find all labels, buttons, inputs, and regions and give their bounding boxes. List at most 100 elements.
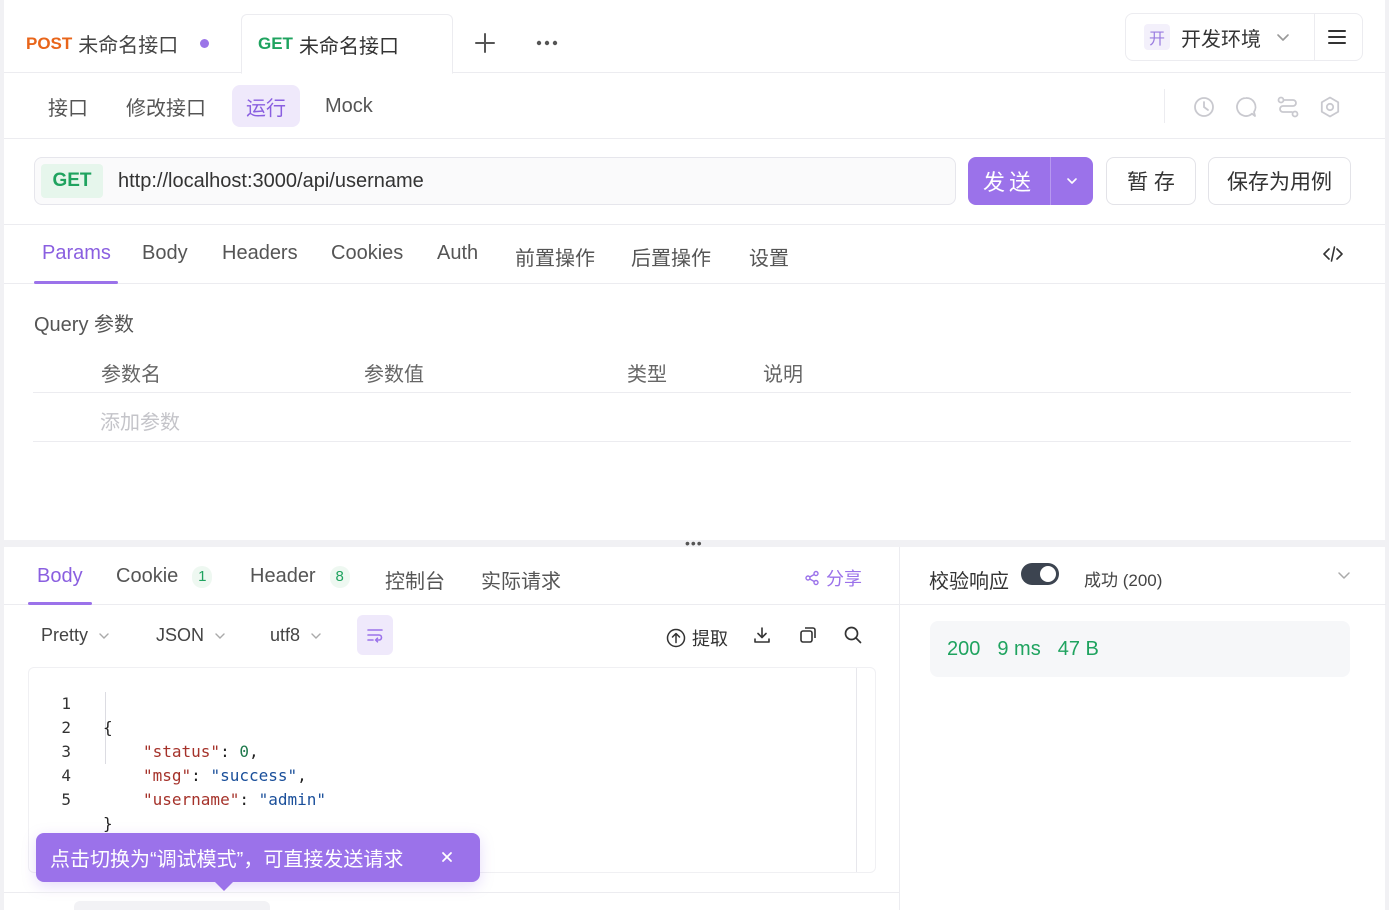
code-line: 5 } — [29, 764, 112, 833]
panel-splitter[interactable]: ••• — [4, 536, 1385, 550]
chevron-down-icon[interactable] — [1336, 567, 1352, 583]
history-icon[interactable] — [1192, 95, 1216, 119]
drag-handle-icon[interactable]: ••• — [685, 536, 703, 550]
verify-header: 校验响应 成功 (200) — [900, 547, 1386, 605]
json-value: "admin" — [258, 790, 327, 809]
tab-pre-script[interactable]: 前置操作 — [515, 242, 595, 271]
resp-tab-label: Cookie — [116, 565, 179, 587]
download-icon[interactable] — [752, 625, 772, 645]
resp-tab-body[interactable]: Body — [37, 565, 83, 588]
json-value: 0 — [239, 742, 249, 761]
env-name: 开发环境 — [1181, 28, 1261, 51]
method-selector[interactable]: GET — [41, 164, 103, 198]
subtab-edit-api[interactable]: 修改接口 — [112, 85, 220, 127]
tab-title: 未命名接口 — [298, 35, 399, 58]
sub-nav: 接口 修改接口 运行 Mock — [4, 73, 1385, 139]
tab-method: GET — [258, 34, 293, 53]
encoding-select[interactable]: utf8 — [270, 625, 322, 646]
plus-icon[interactable] — [472, 30, 498, 56]
scrollbar[interactable] — [856, 668, 857, 872]
url-text[interactable]: http://localhost:3000/api/username — [118, 170, 424, 193]
search-icon[interactable] — [843, 625, 863, 645]
tab-post-unnamed[interactable]: POST 未命名接口 — [26, 14, 240, 73]
request-bar: GET http://localhost:3000/api/username 发… — [4, 139, 1385, 225]
tab-post-script[interactable]: 后置操作 — [631, 242, 711, 271]
chevron-down-icon — [1066, 178, 1077, 184]
json-key: "username" — [143, 790, 240, 809]
column-value: 参数值 — [364, 364, 424, 386]
resp-tab-cookie[interactable]: Cookie 1 — [116, 565, 213, 588]
divider — [1314, 14, 1315, 60]
send-button[interactable]: 发送 — [968, 157, 1093, 205]
tab-settings[interactable]: 设置 — [749, 242, 789, 271]
subtab-api[interactable]: 接口 — [34, 85, 102, 127]
json-key: "msg" — [143, 766, 192, 785]
status-text: 成功 (200) — [1084, 571, 1163, 590]
status-code: 200 — [947, 637, 981, 660]
code-icon[interactable] — [1322, 243, 1344, 265]
line-number: 5 — [61, 790, 71, 809]
add-param-input[interactable]: 添加参数 — [100, 406, 180, 435]
verify-response-label: 校验响应 — [929, 571, 1009, 593]
view-mode-label: Pretty — [41, 625, 89, 645]
column-name: 参数名 — [101, 364, 161, 386]
close-icon[interactable] — [438, 848, 456, 866]
send-dropdown[interactable] — [1051, 157, 1092, 205]
send-label[interactable]: 发送 — [968, 157, 1051, 205]
query-params-title: Query 参数 — [34, 314, 135, 336]
json-comma: , — [248, 742, 259, 761]
response-metrics: 200 9 ms 47 B — [930, 621, 1350, 677]
verify-toggle[interactable] — [1021, 563, 1059, 585]
code-line: 2 "status": 0, — [29, 692, 258, 761]
json-value: "success" — [210, 766, 298, 785]
count-badge: 1 — [192, 565, 213, 588]
view-mode-select[interactable]: Pretty — [41, 625, 110, 646]
debug-mode-tooltip[interactable]: 点击切换为“调试模式”，可直接发送请求 — [36, 833, 480, 891]
toggle-knob — [1040, 566, 1056, 582]
subtab-run[interactable]: 运行 — [232, 85, 300, 127]
active-tab-indicator — [34, 281, 118, 284]
bottom-tab[interactable] — [74, 901, 270, 910]
env-badge: 开 — [1144, 24, 1170, 50]
params-table-row: 添加参数 — [33, 393, 1351, 442]
extract-icon — [666, 628, 686, 648]
response-tabs: Body Cookie 1 Header 8 控制台 实际请求 分享 — [4, 547, 899, 605]
menu-icon[interactable] — [1326, 27, 1348, 47]
tab-headers[interactable]: Headers — [222, 242, 298, 265]
chevron-down-icon — [215, 632, 225, 639]
resp-tab-label: 控制台 — [385, 571, 445, 593]
chevron-down-icon — [1277, 34, 1289, 41]
tab-cookies[interactable]: Cookies — [331, 242, 403, 265]
share-button[interactable]: 分享 — [804, 565, 862, 591]
code-line: 4 "username": "admin" — [29, 740, 326, 809]
wrap-toggle-button[interactable] — [357, 615, 393, 655]
settings-icon[interactable] — [1318, 95, 1342, 119]
more-icon[interactable] — [534, 32, 560, 54]
stash-button[interactable]: 暂 存 — [1106, 157, 1196, 205]
tab-get-unnamed[interactable]: GET 未命名接口 — [241, 14, 453, 74]
tab-body[interactable]: Body — [142, 242, 188, 265]
count-badge: 8 — [329, 565, 350, 588]
resp-tab-header[interactable]: Header 8 — [250, 565, 350, 588]
save-as-case-button[interactable]: 保存为用例 — [1208, 157, 1351, 205]
resp-tab-actual-request[interactable]: 实际请求 — [481, 565, 561, 594]
url-input[interactable]: GET http://localhost:3000/api/username — [34, 157, 956, 205]
subtab-mock[interactable]: Mock — [311, 85, 387, 127]
tooltip-text: 点击切换为“调试模式”，可直接发送请求 — [50, 849, 404, 871]
resp-tab-label: Body — [37, 565, 83, 587]
env-selector[interactable]: 开 开发环境 — [1125, 13, 1363, 61]
share-icon — [805, 570, 819, 586]
copy-icon[interactable] — [798, 625, 818, 645]
params-table-header: 参数名 参数值 类型 说明 — [33, 346, 1351, 393]
chevron-down-icon — [99, 632, 109, 639]
tab-auth[interactable]: Auth — [437, 242, 478, 265]
tab-params[interactable]: Params — [42, 242, 111, 265]
comment-icon[interactable] — [1234, 95, 1258, 119]
body-type-select[interactable]: JSON — [156, 625, 226, 646]
tab-method: POST — [26, 33, 73, 53]
extract-button[interactable]: 提取 — [666, 625, 728, 651]
resp-tab-console[interactable]: 控制台 — [385, 565, 445, 594]
divider — [1164, 89, 1165, 123]
response-time: 9 ms — [997, 637, 1041, 660]
flow-icon[interactable] — [1276, 95, 1300, 119]
